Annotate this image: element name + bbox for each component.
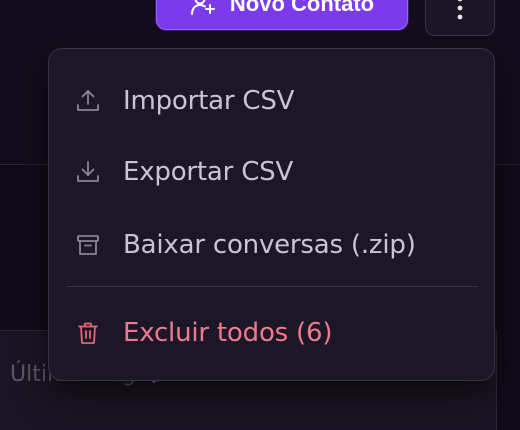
new-contact-button[interactable]: Novo Contato [156,0,408,30]
add-user-icon [190,0,215,15]
menu-item-label: Excluir todos (6) [123,318,333,348]
menu-item-label: Baixar conversas (.zip) [123,230,416,260]
app-root: Última msg Novo Contato [0,0,520,430]
menu-item-import-csv[interactable]: Importar CSV [49,71,494,131]
more-vertical-icon [457,0,463,20]
archive-icon [75,232,101,258]
more-options-menu: Importar CSV Exportar CSV Baixar convers… [48,48,495,381]
new-contact-label: Novo Contato [229,0,375,16]
more-options-button[interactable] [425,0,495,36]
download-icon [75,159,101,185]
menu-item-label: Importar CSV [123,86,295,116]
menu-item-download-conversations[interactable]: Baixar conversas (.zip) [49,215,494,275]
trash-icon [75,320,101,346]
menu-item-label: Exportar CSV [123,157,294,187]
menu-item-delete-all[interactable]: Excluir todos (6) [49,303,494,363]
menu-item-export-csv[interactable]: Exportar CSV [49,142,494,202]
menu-divider [67,286,478,287]
upload-icon [75,88,101,114]
